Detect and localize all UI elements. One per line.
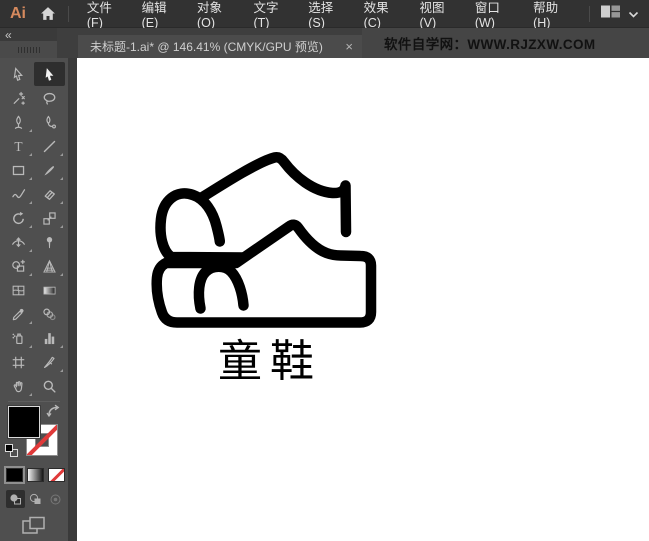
blend-tool[interactable] bbox=[34, 302, 65, 326]
artboard-tool[interactable] bbox=[3, 350, 34, 374]
gradient-button[interactable] bbox=[27, 468, 44, 482]
divider bbox=[68, 5, 69, 22]
rotate-tool[interactable] bbox=[3, 206, 34, 230]
home-icon[interactable] bbox=[40, 6, 56, 21]
fill-color-swatch[interactable] bbox=[8, 406, 40, 438]
menu-item-3[interactable]: 文字(T) bbox=[243, 0, 298, 30]
tab-close-icon[interactable]: × bbox=[345, 39, 353, 54]
document-tab[interactable]: 未标题-1.ai* @ 146.41% (CMYK/GPU 预览) × bbox=[78, 35, 362, 58]
shape-builder-tool[interactable] bbox=[3, 254, 34, 278]
hand-tool[interactable] bbox=[3, 374, 34, 398]
menu-item-1[interactable]: 编辑(E) bbox=[132, 0, 187, 30]
menu-items: 文件(F) 编辑(E) 对象(O) 文字(T) 选择(S) 效果(C) 视图(V) 窗口(W)… bbox=[77, 0, 579, 30]
width-tool[interactable] bbox=[3, 230, 34, 254]
watermark-text: 软件自学网：WWW.RJZXW.COM bbox=[362, 28, 649, 58]
tools-grid: T bbox=[3, 62, 65, 398]
default-fill-stroke-icon[interactable] bbox=[5, 444, 19, 458]
panel-edge bbox=[68, 58, 77, 541]
line-segment-tool[interactable] bbox=[34, 134, 65, 158]
artwork-label[interactable]: 童鞋 bbox=[150, 340, 390, 384]
menu-item-0[interactable]: 文件(F) bbox=[77, 0, 132, 30]
puppet-warp-tool[interactable] bbox=[34, 230, 65, 254]
zoom-tool[interactable] bbox=[34, 374, 65, 398]
type-tool[interactable]: T bbox=[3, 134, 34, 158]
direct-selection-tool[interactable] bbox=[3, 62, 34, 86]
swap-fill-stroke-icon[interactable] bbox=[46, 404, 61, 423]
slice-tool[interactable] bbox=[34, 350, 65, 374]
document-tab-title: 未标题-1.ai* @ 146.41% (CMYK/GPU 预览) bbox=[90, 40, 323, 54]
draw-behind-mode-button[interactable] bbox=[26, 490, 45, 508]
color-type-buttons bbox=[4, 466, 65, 484]
paintbrush-tool[interactable] bbox=[34, 158, 65, 182]
chevron-down-icon[interactable] bbox=[628, 5, 639, 23]
workspace-body: T 童鞋 bbox=[0, 58, 649, 541]
menu-item-4[interactable]: 选择(S) bbox=[298, 0, 353, 30]
menu-item-8[interactable]: 帮助(H) bbox=[523, 0, 579, 30]
lasso-tool[interactable] bbox=[34, 86, 65, 110]
scale-tool[interactable] bbox=[34, 206, 65, 230]
front-shoe-body bbox=[151, 219, 377, 328]
divider bbox=[8, 401, 60, 402]
collapse-panel-icon[interactable]: « bbox=[5, 28, 12, 42]
shaper-tool[interactable] bbox=[3, 182, 34, 206]
illustrator-window: Ai 文件(F) 编辑(E) 对象(O) 文字(T) 选择(S) 效果(C) 视图(V) 窗口… bbox=[0, 0, 649, 541]
selection-tool[interactable] bbox=[34, 62, 65, 86]
screen-mode-button[interactable] bbox=[22, 516, 46, 540]
drawing-mode-buttons bbox=[6, 490, 65, 508]
menu-item-5[interactable]: 效果(C) bbox=[354, 0, 410, 30]
canvas[interactable]: 童鞋 bbox=[77, 58, 649, 541]
tools-panel-header: « bbox=[0, 28, 57, 58]
gradient-tool[interactable] bbox=[34, 278, 65, 302]
divider bbox=[589, 5, 590, 22]
eyedropper-tool[interactable] bbox=[3, 302, 34, 326]
menu-item-6[interactable]: 视图(V) bbox=[409, 0, 464, 30]
panel-grip[interactable] bbox=[0, 41, 57, 58]
app-logo[interactable]: Ai bbox=[10, 5, 26, 23]
tab-bar: « 未标题-1.ai* @ 146.41% (CMYK/GPU 预览) × 软件… bbox=[0, 28, 649, 58]
symbol-sprayer-tool[interactable] bbox=[3, 326, 34, 350]
eraser-tool[interactable] bbox=[34, 182, 65, 206]
color-button[interactable] bbox=[4, 466, 25, 484]
draw-normal-mode-button[interactable] bbox=[6, 490, 25, 508]
magic-wand-tool[interactable] bbox=[3, 86, 34, 110]
menu-item-7[interactable]: 窗口(W) bbox=[465, 0, 523, 30]
column-graph-tool[interactable] bbox=[34, 326, 65, 350]
none-button[interactable] bbox=[48, 468, 65, 482]
perspective-grid-tool[interactable] bbox=[34, 254, 65, 278]
pen-tool[interactable] bbox=[3, 110, 34, 134]
svg-text:T: T bbox=[14, 139, 22, 154]
rectangle-tool[interactable] bbox=[3, 158, 34, 182]
curvature-tool[interactable] bbox=[34, 110, 65, 134]
workspace-switcher-icon[interactable] bbox=[600, 4, 621, 24]
shoes-artwork[interactable] bbox=[140, 135, 400, 345]
mesh-tool[interactable] bbox=[3, 278, 34, 302]
tools-panel: T bbox=[0, 58, 68, 541]
menu-item-2[interactable]: 对象(O) bbox=[187, 0, 244, 30]
back-shoe-instep bbox=[195, 152, 352, 238]
draw-inside-mode-button[interactable] bbox=[46, 490, 65, 508]
fill-stroke-controls bbox=[0, 404, 68, 464]
menu-bar: Ai 文件(F) 编辑(E) 对象(O) 文字(T) 选择(S) 效果(C) 视图(V) 窗口… bbox=[0, 0, 649, 30]
back-shoe-toe-cap bbox=[187, 189, 226, 247]
